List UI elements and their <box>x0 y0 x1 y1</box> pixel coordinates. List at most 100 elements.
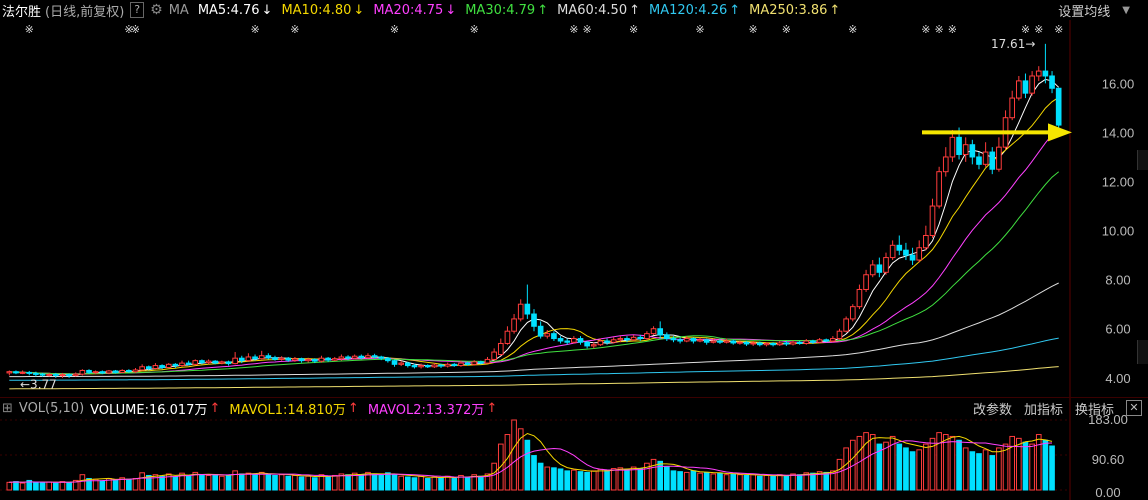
candle-body <box>404 362 411 367</box>
ma-item[interactable]: MA30:4.79 ↑ <box>465 3 548 18</box>
panel-toggle-icon[interactable]: ⊞ <box>2 401 13 416</box>
candle-body <box>796 341 803 344</box>
volume-bar <box>949 435 956 491</box>
ma-item[interactable]: MA120:4.26 ↑ <box>649 3 740 18</box>
volume-bar <box>258 471 265 491</box>
candle-body <box>232 357 238 365</box>
ma-item[interactable]: MA250:3.86 ↑ <box>749 3 840 18</box>
right-scrollbar[interactable] <box>1137 150 1148 170</box>
volume-bar <box>863 432 869 491</box>
ma-item[interactable]: MA20:4.75 ↓ <box>373 3 456 18</box>
volume-bar <box>132 478 139 491</box>
candle-body <box>46 373 52 376</box>
candle-body <box>883 257 889 273</box>
price-tick-label: 14.00 <box>1102 125 1135 140</box>
volume-bar <box>869 434 876 491</box>
candle-body <box>770 342 776 346</box>
low-price-label: ←3.77 <box>20 377 57 391</box>
volume-bar <box>1049 445 1055 491</box>
candle-body <box>292 358 298 361</box>
candle-body <box>285 357 292 361</box>
edit-params-button[interactable]: 改参数 <box>973 399 1012 418</box>
candle-body <box>949 136 956 158</box>
volume-bar <box>823 471 830 491</box>
candle-body <box>657 328 664 336</box>
volume-bar <box>909 451 916 491</box>
switch-indicator-button[interactable]: 换指标 <box>1075 399 1114 418</box>
dropdown-icon[interactable]: ▼ <box>1122 5 1130 16</box>
event-marker-icon: ※ <box>25 23 34 36</box>
candle-body <box>106 370 112 374</box>
stock-name[interactable]: 法尔胜 <box>2 1 41 20</box>
volume-bar <box>318 474 325 491</box>
indicator-name[interactable]: VOL(5,10) <box>19 401 84 416</box>
right-scrollbar-lower[interactable] <box>1137 340 1148 364</box>
volume-bar <box>126 478 132 491</box>
volume-bar <box>232 470 238 491</box>
candle-body <box>464 362 471 365</box>
candle-body <box>511 318 517 332</box>
event-marker-icon: ※ <box>569 23 578 36</box>
candle-body <box>942 156 949 173</box>
volume-bar <box>683 471 690 491</box>
candle-body <box>730 340 737 344</box>
volume-bar <box>39 482 46 491</box>
candle-body <box>1029 75 1035 94</box>
candle-body <box>683 338 690 342</box>
event-marker-icon: ※ <box>390 23 399 36</box>
volume-bar <box>312 477 318 491</box>
volume-bar <box>577 471 584 491</box>
volume-bar <box>33 481 39 491</box>
volume-bar <box>1042 439 1049 491</box>
candle-body <box>39 373 46 376</box>
candle-body <box>830 338 836 342</box>
ma-item[interactable]: MA60:4.50 ↑ <box>557 3 640 18</box>
volume-bar <box>338 473 345 491</box>
mavol1-line <box>9 432 1053 483</box>
volume-bar <box>511 419 517 491</box>
volume-bar <box>537 462 544 491</box>
candle-body <box>823 339 830 342</box>
candle-body <box>863 274 869 290</box>
volume-bar <box>650 458 657 491</box>
volume-bar <box>19 482 26 491</box>
ma-item[interactable]: MA5:4.76 ↓ <box>198 3 273 18</box>
candle-body <box>398 362 404 365</box>
candle-body <box>471 361 478 365</box>
close-icon[interactable]: ✕ <box>1126 400 1142 416</box>
volume-bar <box>697 472 703 491</box>
volume-bar <box>989 455 996 491</box>
volume-tick-label: 90.60 <box>1092 452 1125 467</box>
candle-body <box>756 342 763 346</box>
volume-bar <box>677 471 683 491</box>
candle-body <box>889 244 896 259</box>
gear-icon[interactable]: ⚙ <box>150 2 163 18</box>
event-marker-icon: ※ <box>1021 23 1030 36</box>
candle-body <box>312 358 318 362</box>
add-indicator-button[interactable]: 加指标 <box>1024 399 1063 418</box>
candle-body <box>630 336 637 341</box>
period-label[interactable]: (日线,前复权) <box>45 1 124 20</box>
candle-body <box>869 264 876 276</box>
volume-bar <box>219 475 225 491</box>
candle-body <box>803 340 810 344</box>
candle-body <box>278 357 285 360</box>
candle-body <box>185 362 192 365</box>
volume-bar <box>557 468 564 491</box>
ma-item[interactable]: MA10:4.80 ↓ <box>281 3 364 18</box>
volume-bar <box>571 469 577 491</box>
volume-bar <box>790 473 796 491</box>
volume-bar <box>923 443 929 491</box>
help-button[interactable]: ? <box>130 2 145 18</box>
volume-bar <box>404 476 411 491</box>
settings-ma-button[interactable]: 设置均线 <box>1058 1 1110 20</box>
event-marker-icon: ※ <box>935 23 944 36</box>
candle-body <box>265 355 272 359</box>
kline-chart[interactable]: 4.00 6.00 8.00 10.00 12.00 14.00 16.00 ※ ※ ※ ※ ※ ※ ※… <box>0 0 1148 500</box>
volume-bar <box>112 479 119 491</box>
volume-bar <box>703 471 710 491</box>
volume-bar <box>212 474 219 491</box>
candle-body <box>551 333 557 340</box>
volume-bar <box>657 460 664 491</box>
candle-body <box>225 361 232 365</box>
